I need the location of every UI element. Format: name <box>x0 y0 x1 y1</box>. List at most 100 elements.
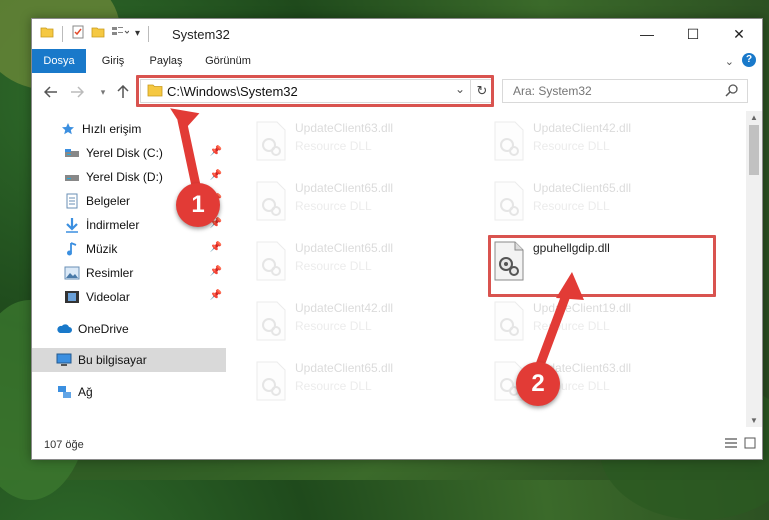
sidebar-item-videos[interactable]: Videolar 📌 <box>32 285 226 309</box>
file-description: Resource DLL <box>533 319 610 333</box>
file-item[interactable]: UpdateClient65.dll Resource DLL <box>249 357 479 407</box>
navigation-pane: Hızlı erişim Yerel Disk (C:) 📌 Yerel Dis… <box>32 111 226 411</box>
file-name: UpdateClient65.dll <box>295 241 394 255</box>
file-description: Resource DLL <box>295 379 372 393</box>
scrollbar-thumb[interactable] <box>749 125 759 175</box>
sidebar-item-label: Ağ <box>78 385 93 399</box>
file-item[interactable]: UpdateClient42.dll Resource DLL <box>249 297 479 347</box>
view-options-icon[interactable] <box>111 25 130 42</box>
dll-file-icon <box>494 241 524 281</box>
recent-locations-button[interactable]: ▾ <box>94 83 112 101</box>
file-item[interactable]: UpdateClient19.dll Resource DLL <box>487 297 717 347</box>
file-name: UpdateClient42.dll <box>533 121 632 135</box>
sidebar-item-pictures[interactable]: Resimler 📌 <box>32 261 226 285</box>
sidebar-item-onedrive[interactable]: OneDrive <box>32 317 226 341</box>
window-title: System32 <box>172 27 230 42</box>
details-view-icon[interactable] <box>724 437 738 452</box>
sidebar-item-label: Yerel Disk (D:) <box>86 170 163 184</box>
sidebar-item-label: Resimler <box>86 266 134 280</box>
tab-share[interactable]: Paylaş <box>140 49 192 73</box>
address-dropdown-icon[interactable]: ⌄ <box>455 82 465 96</box>
sidebar-item-label: İndirmeler <box>86 218 140 232</box>
tab-view[interactable]: Görünüm <box>196 49 260 73</box>
pin-icon[interactable]: 📌 <box>210 146 222 157</box>
sidebar-item-network[interactable]: Ağ <box>32 380 226 404</box>
tab-file[interactable]: Dosya <box>32 49 86 73</box>
file-item[interactable]: UpdateClient65.dll Resource DLL <box>249 177 479 227</box>
dll-file-icon <box>494 181 524 221</box>
minimize-button[interactable]: — <box>624 19 670 49</box>
computer-icon <box>56 352 72 368</box>
close-button[interactable]: ✕ <box>716 19 762 49</box>
dll-file-icon <box>256 121 286 161</box>
file-name: gpuhellgdip.dll <box>533 241 610 255</box>
sidebar-item-label: Videolar <box>86 290 130 304</box>
vertical-scrollbar[interactable]: ▲ ▼ <box>746 111 762 427</box>
dll-file-icon <box>494 301 524 341</box>
network-icon <box>56 384 72 400</box>
sidebar-item-label: OneDrive <box>78 322 129 336</box>
file-explorer-window: ▾ System32 — ☐ ✕ Dosya Giriş Paylaş Görü… <box>31 18 763 460</box>
step-two-callout: 2 <box>516 362 560 406</box>
music-icon <box>64 241 80 257</box>
download-icon <box>64 217 80 233</box>
up-button[interactable] <box>114 83 132 101</box>
maximize-button[interactable]: ☐ <box>670 19 716 49</box>
dll-file-icon <box>256 241 286 281</box>
help-button[interactable]: ? <box>742 53 756 67</box>
expand-ribbon-icon[interactable]: ⌄ <box>725 55 734 68</box>
file-description: Resource DLL <box>295 319 372 333</box>
toolbar-divider <box>62 25 63 42</box>
file-description: Resource DLL <box>533 199 610 213</box>
sidebar-item-label: Yerel Disk (C:) <box>86 146 163 160</box>
folder-icon <box>40 25 54 42</box>
pin-icon[interactable]: 📌 <box>210 242 222 253</box>
drive-icon <box>64 169 80 185</box>
search-icon[interactable] <box>725 83 739 100</box>
sidebar-item-label: Müzik <box>86 242 118 256</box>
search-box[interactable] <box>502 79 748 103</box>
scroll-up-icon[interactable]: ▲ <box>750 113 758 122</box>
sidebar-item-this-pc[interactable]: Bu bilgisayar <box>32 348 226 372</box>
sidebar-item-label: Bu bilgisayar <box>78 353 147 367</box>
file-name: UpdateClient65.dll <box>295 361 394 375</box>
file-item[interactable]: UpdateClient63.dll Resource DLL <box>249 117 479 167</box>
forward-button[interactable] <box>68 83 86 101</box>
refresh-button[interactable]: ↻ <box>470 80 493 102</box>
pin-icon[interactable]: 📌 <box>210 170 222 181</box>
dll-file-icon <box>256 181 286 221</box>
search-input[interactable] <box>511 83 715 99</box>
dll-file-icon <box>256 361 286 401</box>
navigation-bar: ▾ C:\Windows\System32 ⌄ ↻ <box>32 73 762 111</box>
back-arrow-icon <box>44 86 57 98</box>
large-icons-view-icon[interactable] <box>744 437 756 452</box>
file-description: Resource DLL <box>533 139 610 153</box>
file-item[interactable]: UpdateClient65.dll Resource DLL <box>249 237 479 287</box>
back-button[interactable] <box>42 83 60 101</box>
scroll-down-icon[interactable]: ▼ <box>750 416 758 425</box>
pin-icon[interactable]: 📌 <box>210 266 222 277</box>
sidebar-item-label: Belgeler <box>86 194 131 208</box>
star-icon <box>60 121 76 137</box>
sidebar-item-music[interactable]: Müzik 📌 <box>32 237 226 261</box>
status-bar: 107 öğe <box>32 427 762 459</box>
tab-home[interactable]: Giriş <box>90 49 136 73</box>
file-item-gpuhellgdip[interactable]: gpuhellgdip.dll <box>487 237 717 287</box>
up-arrow-icon <box>117 85 129 98</box>
address-bar[interactable]: C:\Windows\System32 ⌄ ↻ <box>140 79 494 103</box>
sidebar-item-label: Hızlı erişim <box>82 122 142 136</box>
new-folder-icon[interactable] <box>91 25 105 42</box>
file-item[interactable]: UpdateClient42.dll Resource DLL <box>487 117 717 167</box>
ribbon-tabs: Dosya Giriş Paylaş Görünüm ⌄ ? <box>32 49 762 74</box>
address-path[interactable]: C:\Windows\System32 <box>167 84 298 99</box>
sidebar-item-local-disk-c[interactable]: Yerel Disk (C:) 📌 <box>32 141 226 165</box>
sidebar-item-quick-access[interactable]: Hızlı erişim <box>32 117 226 141</box>
item-count: 107 öğe <box>44 439 84 451</box>
pin-icon[interactable]: 📌 <box>210 290 222 301</box>
file-name: UpdateClient65.dll <box>533 181 632 195</box>
file-item[interactable]: UpdateClient65.dll Resource DLL <box>487 177 717 227</box>
properties-icon[interactable] <box>71 25 85 42</box>
cloud-icon <box>56 321 72 337</box>
customize-toolbar-icon[interactable]: ▾ <box>135 28 140 39</box>
drive-icon <box>64 145 80 161</box>
